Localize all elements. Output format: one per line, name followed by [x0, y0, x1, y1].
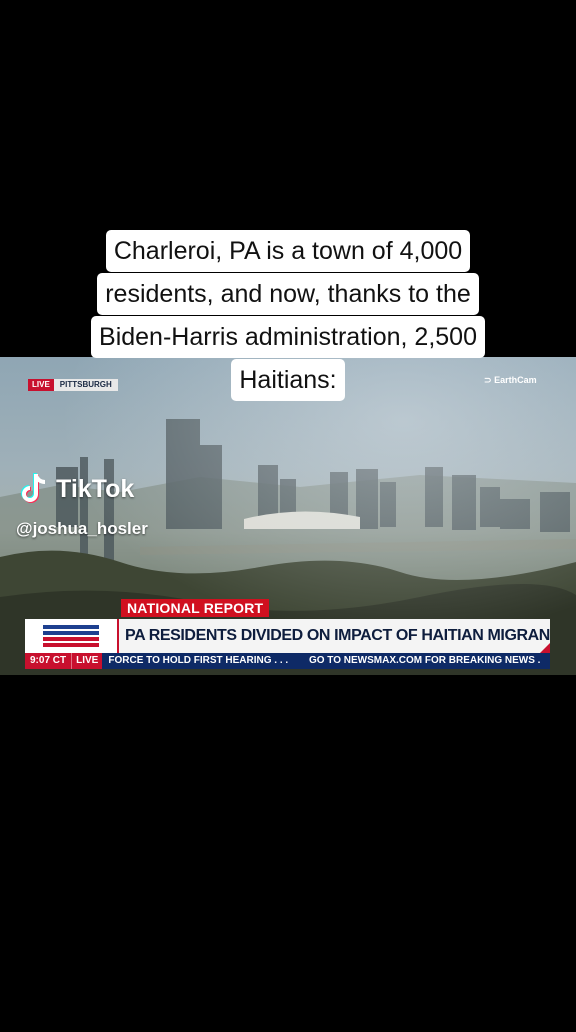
caption-line: Charleroi, PA is a town of 4,000: [105, 230, 471, 272]
news-video-frame[interactable]: LIVE PITTSBURGH ⊃ EarthCam TikTok @joshu…: [0, 357, 576, 675]
tiktok-icon: [21, 473, 46, 503]
newsmax-flag-logo: [25, 619, 117, 653]
tiktok-watermark: TikTok: [20, 472, 134, 506]
tiktok-brand: TikTok: [56, 474, 135, 503]
caption-line: Biden-Harris administration, 2,500: [91, 316, 485, 358]
caption-line: Haitians:: [231, 359, 345, 401]
corner-accent: [540, 643, 550, 653]
headline: PA RESIDENTS DIVIDED ON IMPACT OF HAITIA…: [117, 619, 550, 653]
ticker-live: LIVE: [71, 653, 103, 669]
ticker-item: FORCE TO HOLD FIRST HEARING . . .: [108, 655, 289, 666]
headline-text: PA RESIDENTS DIVIDED ON IMPACT OF HAITIA…: [125, 627, 550, 644]
creator-handle[interactable]: @joshua_hosler: [16, 519, 148, 539]
caption-line: residents, and now, thanks to the: [97, 273, 479, 315]
ticker-time: 9:07 CT: [25, 653, 72, 669]
ticker-text: FORCE TO HOLD FIRST HEARING . . . GO TO …: [102, 653, 550, 669]
caption-overlay: Charleroi, PA is a town of 4,000 residen…: [0, 230, 576, 402]
news-ticker: 9:07 CT LIVE FORCE TO HOLD FIRST HEARING…: [25, 653, 550, 669]
segment-label: NATIONAL REPORT: [121, 599, 270, 617]
ticker-item: GO TO NEWSMAX.COM FOR BREAKING NEWS .: [308, 655, 541, 666]
lower-third: PA RESIDENTS DIVIDED ON IMPACT OF HAITIA…: [25, 619, 550, 653]
